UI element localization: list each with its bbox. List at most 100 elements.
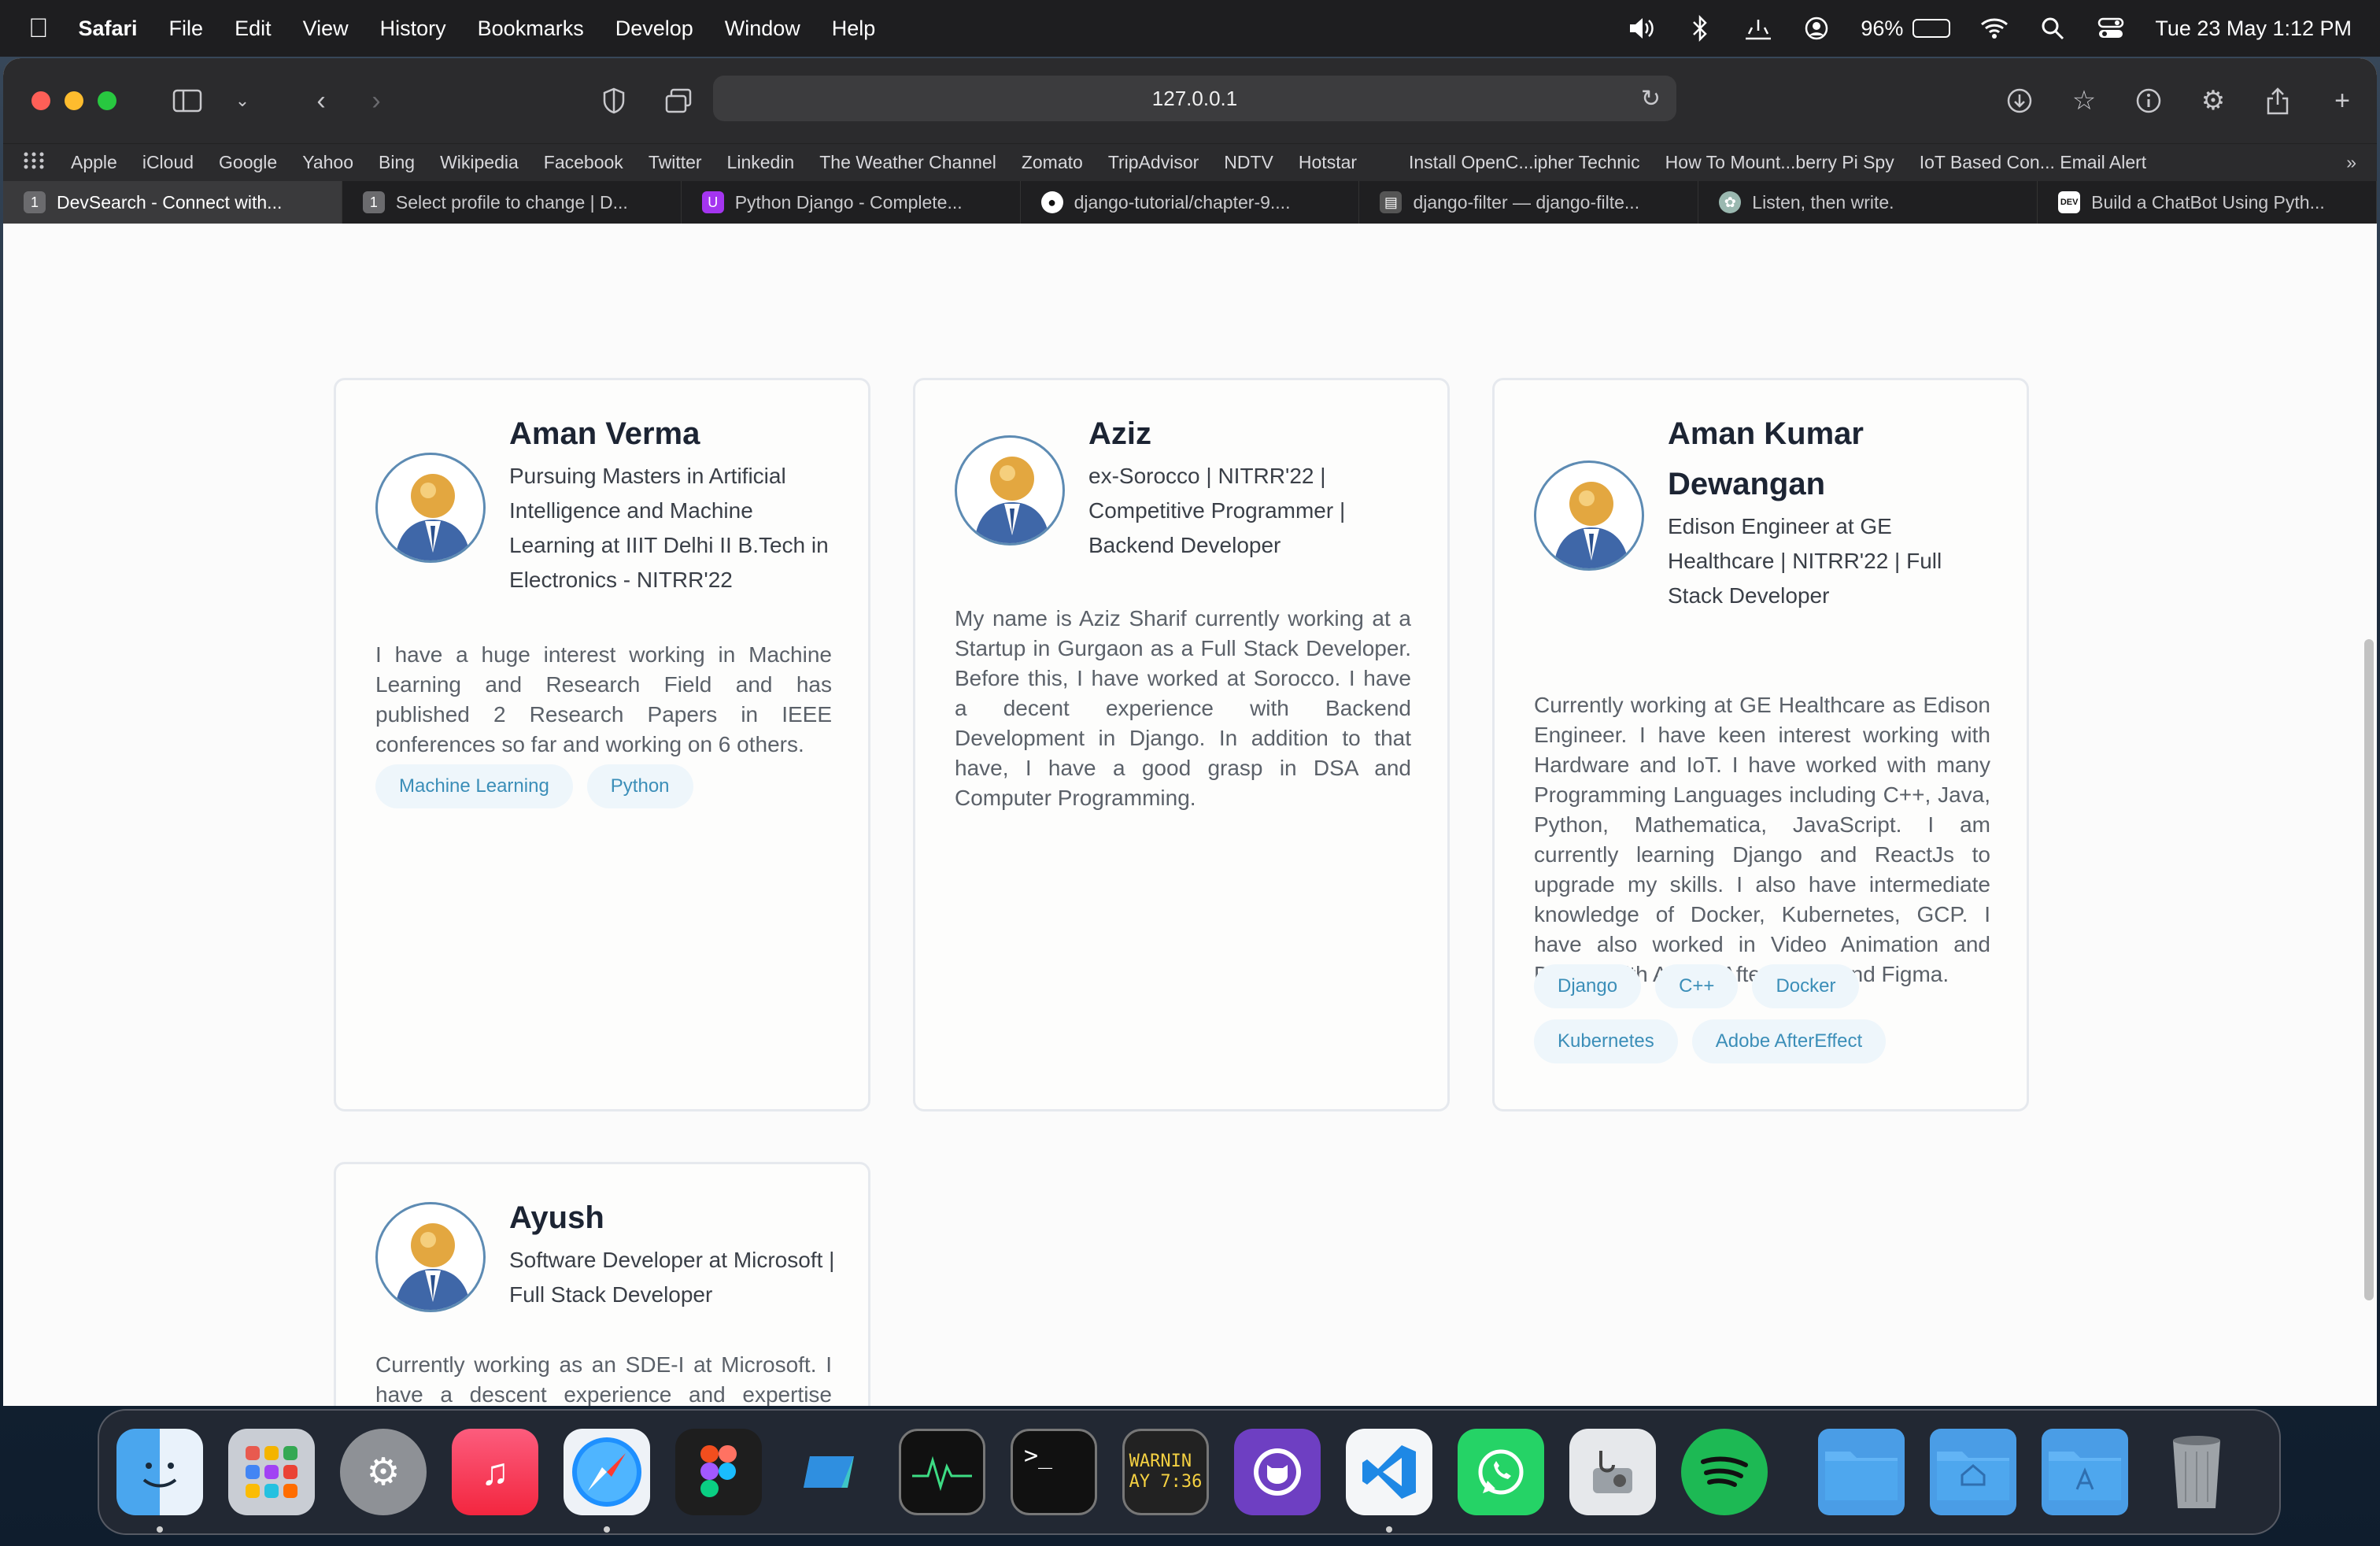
- profile-card[interactable]: Ayush Software Developer at Microsoft | …: [334, 1162, 870, 1406]
- battery-status[interactable]: 96%: [1861, 17, 1951, 41]
- music-icon[interactable]: ♫: [452, 1429, 538, 1515]
- favorite-link[interactable]: Bing: [379, 152, 415, 173]
- bookmark-star-icon[interactable]: ☆: [2065, 82, 2103, 120]
- skill-tag[interactable]: Kubernetes: [1534, 1019, 1678, 1063]
- favorite-link[interactable]: NDTV: [1224, 152, 1273, 173]
- skill-tag[interactable]: Docker: [1752, 964, 1860, 1008]
- favorite-link[interactable]: Zomato: [1022, 152, 1083, 173]
- chevron-down-icon[interactable]: ⌄: [224, 82, 261, 120]
- close-window-button[interactable]: [31, 91, 50, 110]
- menu-develop[interactable]: Develop: [615, 17, 693, 41]
- share-icon[interactable]: [2259, 82, 2297, 120]
- favorite-link[interactable]: Facebook: [544, 152, 623, 173]
- airplay-icon[interactable]: [1744, 14, 1772, 43]
- console-icon[interactable]: WARNIN AY 7:36: [1122, 1429, 1209, 1515]
- profile-card[interactable]: Aman Kumar Dewangan Edison Engineer at G…: [1492, 378, 2029, 1111]
- favorite-link[interactable]: Linkedin: [727, 152, 795, 173]
- apple-icon[interactable]: : [28, 13, 49, 44]
- new-tab-plus-icon[interactable]: +: [2323, 82, 2361, 120]
- tab-chatgpt[interactable]: ✿ Listen, then write.: [1698, 181, 2038, 224]
- skill-tag[interactable]: Python: [586, 764, 693, 808]
- safari-icon[interactable]: [564, 1429, 650, 1533]
- favorite-link[interactable]: Twitter: [649, 152, 702, 173]
- wifi-icon[interactable]: [1980, 14, 2009, 43]
- more-favorites-chevron-icon[interactable]: »: [2346, 152, 2356, 173]
- github-desktop-icon[interactable]: [1234, 1429, 1321, 1515]
- favorite-link[interactable]: Yahoo: [302, 152, 353, 173]
- page-scrollbar[interactable]: [2364, 639, 2374, 1300]
- privacy-shield-icon[interactable]: [595, 82, 633, 120]
- profile-card[interactable]: Aziz ex-Sorocco | NITRR'22 | Competitive…: [913, 378, 1450, 1111]
- settings-gear-icon[interactable]: ⚙: [2194, 82, 2232, 120]
- favorite-link[interactable]: Apple: [71, 152, 117, 173]
- skill-tag[interactable]: Django: [1534, 964, 1642, 1008]
- tab-dev-to[interactable]: DEV Build a ChatBot Using Pyth...: [2038, 181, 2377, 224]
- tab-github[interactable]: ● django-tutorial/chapter-9....: [1021, 181, 1360, 224]
- favorite-link[interactable]: Google: [219, 152, 277, 173]
- user-account-icon[interactable]: [1802, 14, 1831, 43]
- address-bar[interactable]: 127.0.0.1 ↻: [713, 76, 1676, 121]
- applications-folder-icon[interactable]: [2042, 1429, 2128, 1515]
- reload-icon[interactable]: ↻: [1641, 85, 1661, 113]
- skill-tag[interactable]: Adobe AfterEffect: [1691, 1019, 1887, 1063]
- tab-overview-icon[interactable]: [660, 82, 697, 120]
- minimize-window-button[interactable]: [65, 91, 83, 110]
- tab-title: django-tutorial/chapter-9....: [1074, 191, 1291, 213]
- vscode-icon[interactable]: [1346, 1429, 1432, 1533]
- menu-edit[interactable]: Edit: [235, 17, 272, 41]
- skill-tag[interactable]: Machine Learning: [375, 764, 573, 808]
- trash-icon[interactable]: [2153, 1429, 2240, 1515]
- profile-name[interactable]: Aziz: [1088, 409, 1151, 459]
- favorite-link[interactable]: iCloud: [142, 152, 194, 173]
- launchpad-icon[interactable]: [228, 1429, 315, 1515]
- favorite-link[interactable]: The Weather Channel: [819, 152, 996, 173]
- favorite-link[interactable]: IoT Based Con... Email Alert: [1920, 152, 2147, 173]
- favorite-link[interactable]: Hotstar: [1299, 152, 1357, 173]
- menu-help[interactable]: Help: [832, 17, 876, 41]
- menu-bookmarks[interactable]: Bookmarks: [478, 17, 584, 41]
- grid-icon[interactable]: [24, 152, 44, 174]
- profile-name[interactable]: Ayush: [509, 1193, 604, 1243]
- zoom-window-button[interactable]: [98, 91, 116, 110]
- tableplus-icon[interactable]: [787, 1429, 874, 1515]
- favorite-link[interactable]: TripAdvisor: [1108, 152, 1199, 173]
- activity-monitor-icon[interactable]: [899, 1429, 985, 1515]
- tab-django-filter[interactable]: ▤ django-filter — django-filte...: [1359, 181, 1699, 224]
- spotify-icon[interactable]: [1681, 1429, 1768, 1515]
- bluetooth-icon[interactable]: [1686, 14, 1714, 43]
- tab-devsearch[interactable]: 1 DevSearch - Connect with...: [3, 181, 342, 224]
- info-icon[interactable]: [2130, 82, 2168, 120]
- favorite-link[interactable]: Install OpenC...ipher Technic: [1409, 152, 1640, 173]
- battery-icon: [1913, 19, 1951, 38]
- skill-tag[interactable]: C++: [1655, 964, 1739, 1008]
- menu-file[interactable]: File: [169, 17, 204, 41]
- menu-app-name[interactable]: Safari: [79, 17, 138, 41]
- terminal-icon[interactable]: >_: [1011, 1429, 1097, 1515]
- control-center-icon[interactable]: [2097, 14, 2125, 43]
- favorite-link[interactable]: How To Mount...berry Pi Spy: [1665, 152, 1894, 173]
- menu-view[interactable]: View: [303, 17, 349, 41]
- spotlight-search-icon[interactable]: [2038, 14, 2067, 43]
- finder-icon[interactable]: [116, 1429, 203, 1533]
- figma-icon[interactable]: [675, 1429, 762, 1515]
- profile-card[interactable]: Aman Verma Pursuing Masters in Artificia…: [334, 378, 870, 1111]
- whatsapp-icon[interactable]: [1458, 1429, 1544, 1515]
- tab-udemy[interactable]: U Python Django - Complete...: [682, 181, 1021, 224]
- downloads-folder-icon[interactable]: [1818, 1429, 1905, 1515]
- clock[interactable]: Tue 23 May 1:12 PM: [2155, 17, 2352, 41]
- profile-name[interactable]: Aman Verma: [509, 409, 700, 459]
- forward-button[interactable]: ›: [357, 82, 395, 120]
- favorite-link[interactable]: Wikipedia: [440, 152, 519, 173]
- system-settings-gear-icon[interactable]: ⚙: [340, 1429, 427, 1515]
- back-button[interactable]: ‹: [302, 82, 340, 120]
- tab-favicon-icon: 1: [362, 191, 385, 213]
- menu-window[interactable]: Window: [725, 17, 800, 41]
- disk-utility-icon[interactable]: [1569, 1429, 1656, 1515]
- volume-icon[interactable]: [1628, 14, 1656, 43]
- profile-name[interactable]: Aman Kumar Dewangan: [1668, 409, 1983, 509]
- home-folder-icon[interactable]: [1930, 1429, 2016, 1515]
- menu-history[interactable]: History: [380, 17, 446, 41]
- tab-django-admin[interactable]: 1 Select profile to change | D...: [342, 181, 682, 224]
- downloads-icon[interactable]: [2001, 82, 2038, 120]
- sidebar-toggle-icon[interactable]: [168, 82, 206, 120]
